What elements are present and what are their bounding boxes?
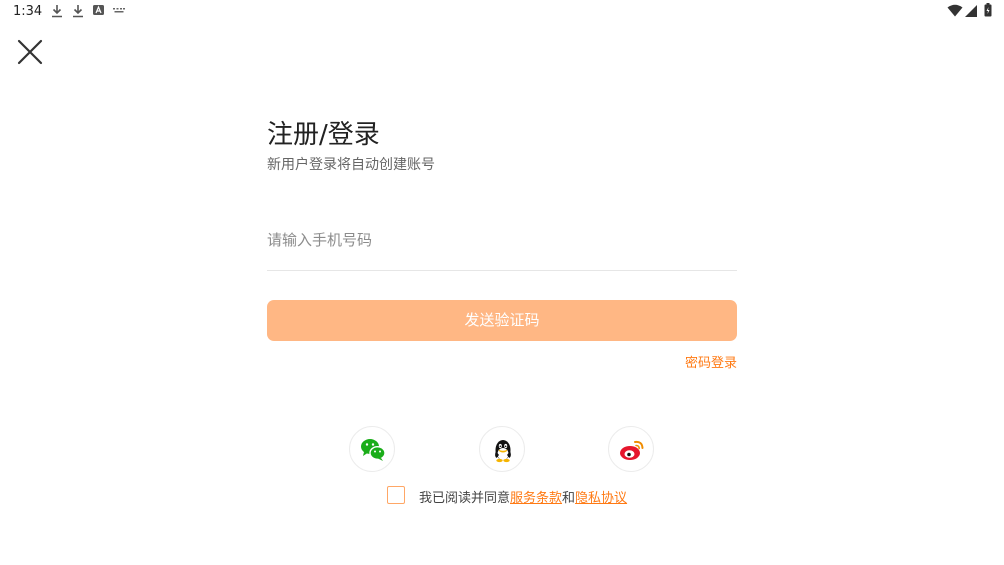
status-time: 1:34 xyxy=(13,4,43,19)
terms-link[interactable]: 服务条款 xyxy=(510,491,562,506)
input-divider xyxy=(267,270,737,271)
agreement-checkbox[interactable] xyxy=(387,486,405,504)
keyboard-icon xyxy=(113,8,125,13)
qq-login-button[interactable] xyxy=(479,426,525,472)
close-button[interactable] xyxy=(14,36,46,68)
page-title: 注册/登录 xyxy=(267,120,380,150)
wechat-icon xyxy=(361,439,386,461)
agreement-prefix: 我已阅读并同意 xyxy=(419,491,511,506)
wechat-login-button[interactable] xyxy=(349,426,395,472)
wifi-icon xyxy=(947,4,963,17)
signal-icon xyxy=(965,5,977,17)
download-icon xyxy=(52,5,62,18)
weibo-icon xyxy=(620,440,644,460)
agreement-text: 我已阅读并同意服务条款和隐私协议 xyxy=(419,487,627,506)
send-code-button[interactable]: 发送验证码 xyxy=(267,300,737,341)
agreement-conjunction: 和 xyxy=(562,491,576,506)
a-badge-icon xyxy=(93,5,104,15)
weibo-login-button[interactable] xyxy=(608,426,654,472)
privacy-link[interactable]: 隐私协议 xyxy=(575,491,627,506)
status-bar: 1:34 xyxy=(0,0,1004,24)
password-login-link[interactable]: 密码登录 xyxy=(685,352,737,371)
download-icon xyxy=(73,5,83,18)
close-icon xyxy=(17,39,43,65)
battery-icon xyxy=(984,3,992,17)
phone-input[interactable] xyxy=(267,222,737,258)
qq-icon xyxy=(495,440,511,463)
page-subtitle: 新用户登录将自动创建账号 xyxy=(267,157,435,173)
